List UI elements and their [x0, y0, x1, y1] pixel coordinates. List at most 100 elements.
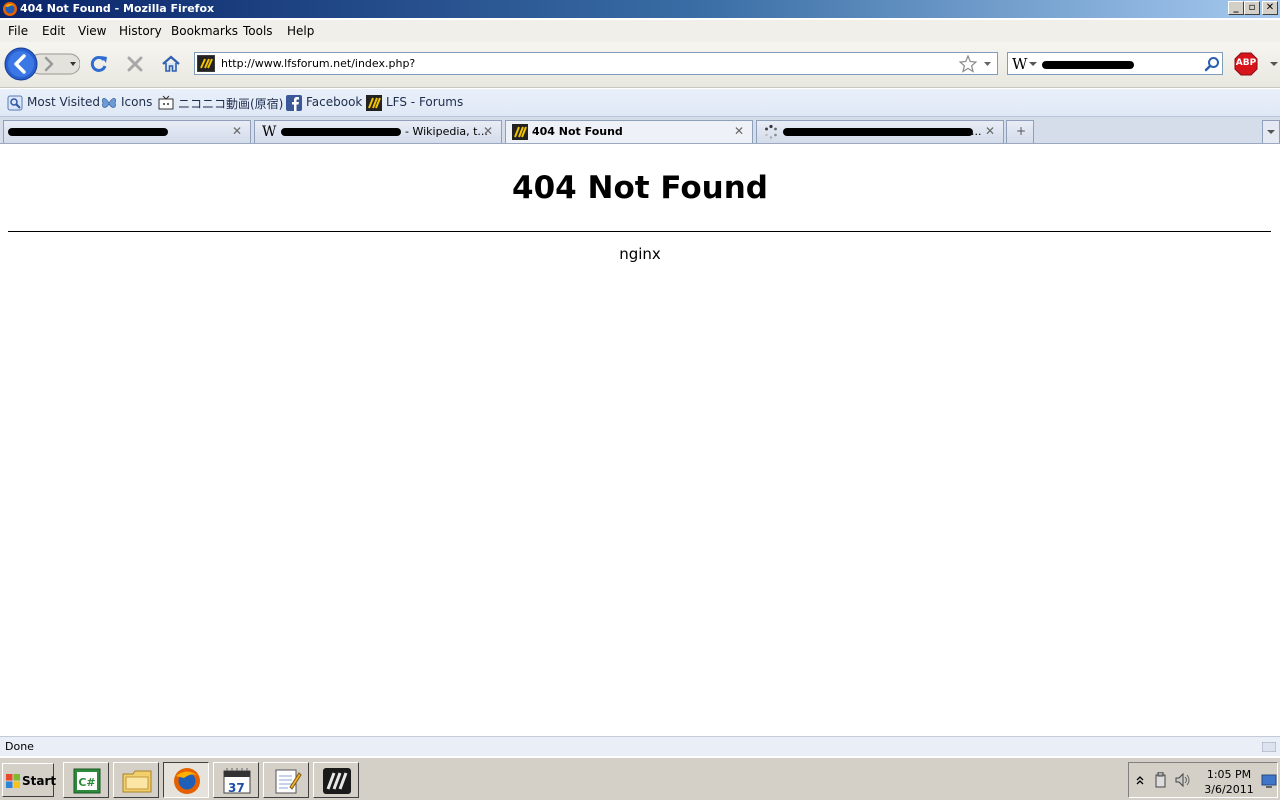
- tab-strip: ✕ W - Wikipedia, t... ✕ 404 Not Found ✕ …: [0, 117, 1280, 144]
- start-label: Start: [22, 774, 57, 788]
- bookmark-label: LFS - Forums: [386, 95, 464, 109]
- taskbar: Start C# 37 1:05 PM 3/6/2011: [0, 757, 1280, 800]
- bookmark-facebook[interactable]: Facebook: [286, 95, 363, 111]
- site-favicon-lfs-icon: [197, 55, 215, 72]
- lfs-icon: [512, 124, 528, 140]
- tab-1[interactable]: ✕: [3, 120, 251, 143]
- search-engine-dropdown-icon[interactable]: [1029, 61, 1037, 67]
- volume-icon[interactable]: [1175, 772, 1191, 788]
- stop-icon[interactable]: [126, 55, 144, 73]
- taskbar-calendar-app[interactable]: 37: [213, 762, 259, 798]
- taskbar-lfs-app[interactable]: [313, 762, 359, 798]
- close-tab-icon[interactable]: ✕: [734, 124, 744, 138]
- close-tab-icon[interactable]: ✕: [483, 124, 493, 138]
- search-icon[interactable]: [1204, 56, 1220, 72]
- wikipedia-icon: W: [262, 124, 277, 140]
- clock-date: 3/6/2011: [1204, 783, 1254, 796]
- most-visited-icon: [7, 95, 23, 111]
- taskbar-csharp-app[interactable]: C#: [63, 762, 109, 798]
- url-bar[interactable]: http://www.lfsforum.net/index.php?: [194, 52, 998, 75]
- minimize-button[interactable]: _: [1228, 1, 1244, 15]
- reload-icon[interactable]: [89, 54, 109, 74]
- chevron-down-icon: [1267, 130, 1275, 134]
- tab-2[interactable]: W - Wikipedia, t... ✕: [254, 120, 502, 143]
- bookmark-star-icon[interactable]: [959, 55, 977, 73]
- notepad-icon: [275, 769, 302, 794]
- taskbar-notepad-app[interactable]: [263, 762, 309, 798]
- wikipedia-search-engine-icon[interactable]: W: [1012, 55, 1027, 73]
- page-heading: 404 Not Found: [512, 170, 768, 206]
- adblock-plus-button[interactable]: ABP: [1234, 52, 1258, 76]
- svg-text:C#: C#: [78, 776, 95, 789]
- loading-spinner-icon: [765, 124, 777, 139]
- server-signature: nginx: [619, 245, 661, 263]
- window-title: 404 Not Found - Mozilla Firefox: [20, 2, 215, 15]
- bookmarks-toolbar: Most Visited Icons ニコニコ動画(原宿) Facebook L…: [0, 89, 1280, 117]
- bookmark-label: ニコニコ動画(原宿): [178, 97, 284, 111]
- window-titlebar[interactable]: 404 Not Found - Mozilla Firefox _ ▫ ✕: [0, 0, 1280, 18]
- adblock-dropdown-icon[interactable]: [1270, 61, 1278, 67]
- home-icon[interactable]: [161, 54, 181, 74]
- folder-icon: [122, 770, 152, 793]
- windows-logo-icon: [6, 774, 20, 788]
- taskbar-firefox-app[interactable]: [163, 762, 209, 798]
- tab-label: - Wikipedia, t...: [405, 125, 488, 138]
- adblock-label: ABP: [1235, 58, 1257, 68]
- status-text: Done: [5, 740, 34, 753]
- close-tab-icon[interactable]: ✕: [232, 124, 242, 138]
- taskbar-explorer-app[interactable]: [113, 762, 159, 798]
- redacted-tab-title: [8, 128, 168, 136]
- start-button[interactable]: Start: [2, 763, 57, 797]
- firefox-icon: [174, 768, 200, 794]
- redacted-tab-title: [281, 128, 401, 136]
- csharp-icon: C#: [73, 768, 101, 794]
- bookmark-nicovideo[interactable]: ニコニコ動画(原宿): [158, 95, 284, 111]
- tab-3-active[interactable]: 404 Not Found ✕: [505, 120, 753, 143]
- butterfly-icon: [101, 98, 117, 108]
- system-tray: 1:05 PM 3/6/2011: [1128, 762, 1278, 798]
- bookmark-label: Icons: [121, 95, 153, 109]
- forward-button[interactable]: [40, 55, 58, 73]
- list-all-tabs-button[interactable]: [1262, 120, 1280, 143]
- close-tab-icon[interactable]: ✕: [985, 124, 995, 138]
- lfs-icon: [366, 95, 382, 111]
- menu-history[interactable]: History: [119, 24, 162, 38]
- facebook-icon: [286, 95, 302, 111]
- menu-view[interactable]: View: [78, 24, 106, 38]
- resize-grip-icon[interactable]: [1262, 742, 1276, 752]
- menu-bookmarks[interactable]: Bookmarks: [171, 24, 238, 38]
- url-dropdown-icon[interactable]: [983, 60, 992, 68]
- menu-file[interactable]: File: [8, 24, 28, 38]
- clock-time: 1:05 PM: [1206, 768, 1252, 781]
- tab-label: ...: [971, 125, 982, 138]
- tab-4[interactable]: ... ✕: [756, 120, 1004, 143]
- show-desktop-icon[interactable]: [1261, 773, 1277, 789]
- redacted-search-text: [1042, 61, 1134, 69]
- firefox-icon: [3, 2, 17, 16]
- menu-help[interactable]: Help: [287, 24, 314, 38]
- show-hidden-icons-icon[interactable]: [1135, 775, 1145, 785]
- menu-tools[interactable]: Tools: [243, 24, 273, 38]
- bookmark-icons[interactable]: Icons: [101, 95, 153, 111]
- page-content: 404 Not Found nginx: [0, 144, 1280, 736]
- tab-label: 404 Not Found: [532, 125, 623, 138]
- menu-bar: File Edit View History Bookmarks Tools H…: [0, 20, 1280, 42]
- bookmark-label: Most Visited: [27, 95, 101, 109]
- maximize-button[interactable]: ▫: [1244, 1, 1260, 15]
- redacted-tab-title: [783, 128, 973, 136]
- menu-edit[interactable]: Edit: [42, 24, 65, 38]
- search-bar[interactable]: W: [1007, 52, 1223, 75]
- clock[interactable]: 1:05 PM 3/6/2011: [1199, 767, 1259, 797]
- nicovideo-icon: [158, 95, 174, 110]
- back-button[interactable]: [4, 47, 38, 81]
- status-bar: Done: [0, 736, 1280, 756]
- new-tab-button[interactable]: +: [1006, 120, 1034, 143]
- bookmark-label: Facebook: [306, 95, 363, 109]
- lfs-icon: [323, 768, 351, 794]
- bookmark-lfs-forums[interactable]: LFS - Forums: [366, 95, 463, 111]
- close-window-button[interactable]: ✕: [1262, 1, 1278, 15]
- safely-remove-hardware-icon[interactable]: [1153, 772, 1169, 788]
- bookmark-most-visited[interactable]: Most Visited: [7, 95, 101, 111]
- url-text: http://www.lfsforum.net/index.php?: [221, 57, 416, 70]
- divider: [8, 231, 1271, 232]
